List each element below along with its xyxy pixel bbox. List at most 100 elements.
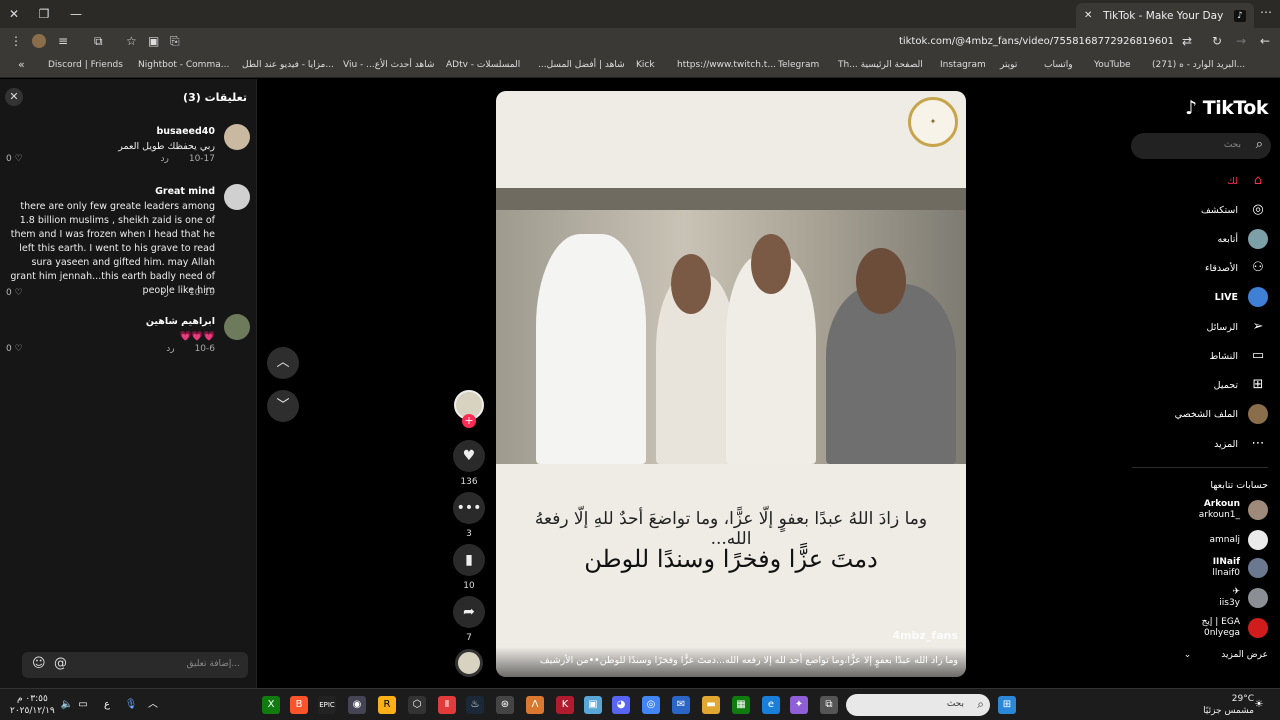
app-icon[interactable]: ⬡ [408,696,426,714]
taskbar-search[interactable]: بحث ⌕ [846,694,990,716]
nav-messages[interactable]: ➢ الرسائل [1207,316,1268,338]
bookmarks-overflow-icon[interactable]: « [18,58,25,71]
search-input[interactable]: بحث [1224,140,1241,150]
bookmark-item[interactable]: YouTube [1094,60,1131,70]
edge-icon[interactable]: e [762,696,780,714]
bookmark-icon[interactable]: ▮ [453,544,485,576]
discord-icon[interactable]: ◕ [612,696,630,714]
mention-icon[interactable]: @ [54,656,67,671]
bookmark-item[interactable]: واتساب [1044,60,1073,70]
comment-like-button[interactable]: 0 ♡ [6,344,23,354]
back-icon[interactable]: ← [1260,34,1270,48]
extensions-icon[interactable]: ⧉ [94,34,103,49]
reply-button[interactable]: رد [166,344,174,354]
heart-icon[interactable]: ♥ [453,440,485,472]
bookmark-item[interactable]: Nightbot - Comma... [138,60,229,70]
copilot-icon[interactable]: ✦ [790,696,808,714]
nav-activity[interactable]: ▭ النشاط [1209,345,1268,367]
tab-close-icon[interactable]: ✕ [1084,10,1092,21]
comment-like-button[interactable]: 0 ♡ [6,288,23,298]
bookmark-item[interactable]: ADtv - المسلسلات [446,60,520,70]
forward-icon[interactable]: → [1236,34,1246,48]
follow-plus-icon[interactable]: + [462,414,476,428]
share-icon[interactable]: ➦ [453,596,485,628]
network-icon[interactable]: ▭ [74,696,92,714]
save-action[interactable]: ▮ 10 [453,544,485,591]
comment-action[interactable]: ••• 3 [453,492,485,539]
comment-username[interactable]: ابراهيم شاهين [146,316,215,327]
comment-input[interactable]: إضافة تعليق... [186,659,240,669]
bookmark-star-icon[interactable]: ☆ [126,34,137,48]
comment-icon[interactable]: ••• [453,492,485,524]
menu-icon[interactable]: ⋯ [1260,5,1272,19]
bookmark-item[interactable]: Instagram [940,60,986,70]
language-indicator[interactable]: ع [98,696,116,714]
url-text[interactable]: tiktok.com/@4mbz_fans/video/755816877292… [899,36,1174,47]
task-view-icon[interactable]: ⧉ [820,696,838,714]
followed-account[interactable]: IINaif llnaif0 [1212,557,1268,579]
bookmark-item[interactable]: Telegram [778,60,819,70]
comment-username[interactable]: Great mind [155,186,215,197]
app-icon[interactable]: Λ [526,696,544,714]
video-player[interactable]: ✦ وما زادَ اللهُ عبدًا بعفوٍ إلّا عزًّا،… [496,91,966,677]
tray-chevron-icon[interactable]: ︿ [144,696,162,714]
app-icon[interactable]: ⊛ [496,696,514,714]
bookmark-item[interactable]: Viu - ...شاهد أحدث الأع [343,60,434,70]
chrome-icon[interactable]: ◎ [642,696,660,714]
nav-explore[interactable]: ◎ استكشف [1201,199,1268,221]
nav-following[interactable]: أتابعه [1218,228,1268,250]
microphone-icon[interactable]: 🎙 [122,696,140,714]
excel-icon[interactable]: ▦ [732,696,750,714]
collections-icon[interactable]: ▣ [148,34,159,48]
file-explorer-icon[interactable]: ▬ [702,696,720,714]
previous-video-button[interactable]: ︿ [267,347,299,379]
comment-username[interactable]: busaeed40 [156,126,215,137]
xbox-icon[interactable]: X [262,696,280,714]
nav-for-you[interactable]: ⌂ لك [1227,170,1268,192]
reading-mode-icon[interactable]: ⇄ [1182,34,1192,48]
bookmark-item[interactable]: ...شاهد | أفضل المسل [538,60,625,70]
reload-icon[interactable]: ↻ [1212,34,1222,48]
profile-avatar[interactable] [32,34,46,48]
tiktok-logo[interactable]: ♪ TikTok [1185,97,1269,119]
share-action[interactable]: ➦ 7 [453,596,485,643]
nav-more[interactable]: ⋯ المزيد [1214,433,1268,455]
avatar[interactable] [224,184,250,210]
downloads-icon[interactable]: ≡ [58,34,68,48]
clock[interactable]: ٠٣:٥٥ م ٢٠٢٥/١٢/١٩ [10,693,55,717]
nav-upload[interactable]: ⊞ تحميل [1214,374,1268,396]
close-comments-icon[interactable]: ✕ [5,88,23,106]
music-disc-icon[interactable] [455,649,483,677]
windows-start-icon[interactable]: ⊞ [998,696,1016,714]
nav-live[interactable]: LIVE [1215,286,1268,308]
app-icon[interactable]: K [556,696,574,714]
comment-like-button[interactable]: 0 ♡ [6,154,23,164]
steam-icon[interactable]: ♨ [466,696,484,714]
avatar[interactable] [224,314,250,340]
bookmark-item[interactable]: مزايا - فيديو عند الطل... [242,60,334,70]
bookmark-item[interactable]: Discord | Friends [48,60,123,70]
next-video-button[interactable]: ﹀ [267,390,299,422]
epic-games-icon[interactable]: EPIC [318,696,336,714]
brave-icon[interactable]: B [290,696,308,714]
nav-friends[interactable]: ⚇ الأصدقاء [1205,257,1268,279]
followed-account[interactable]: ✈ iis3y [1219,587,1268,609]
search-box[interactable]: بحث ⌕ [1131,133,1271,159]
like-action[interactable]: ♥ 136 [453,440,485,487]
active-tab[interactable]: ✕ TikTok - Make Your Day ♪ [1076,3,1254,28]
bookmark-item[interactable]: Kick [636,60,655,70]
rockstar-icon[interactable]: R [378,696,396,714]
restore-window-icon[interactable]: ❐ [34,4,54,24]
comment-input-bar[interactable]: إضافة تعليق... @ ☺ [22,652,248,678]
minimize-window-icon[interactable]: — [66,4,86,24]
followed-account[interactable]: amnalj [1209,530,1268,550]
nav-profile[interactable]: الملف الشخصي [1175,403,1268,425]
screenshot-icon[interactable]: ⎘ [170,34,180,49]
bookmark-item[interactable]: https://www.twitch.t... [677,60,776,70]
outlook-icon[interactable]: ✉ [672,696,690,714]
followed-account[interactable]: Arkoun arkoun1_ [1199,499,1268,521]
reply-button[interactable]: رد [160,288,168,298]
bookmark-item[interactable]: Th... الصفحة الرئيسية [838,60,923,70]
bookmark-item[interactable]: تويتر [1000,60,1017,70]
followed-account[interactable]: إيج | EGA 0nlyega [1202,617,1268,639]
